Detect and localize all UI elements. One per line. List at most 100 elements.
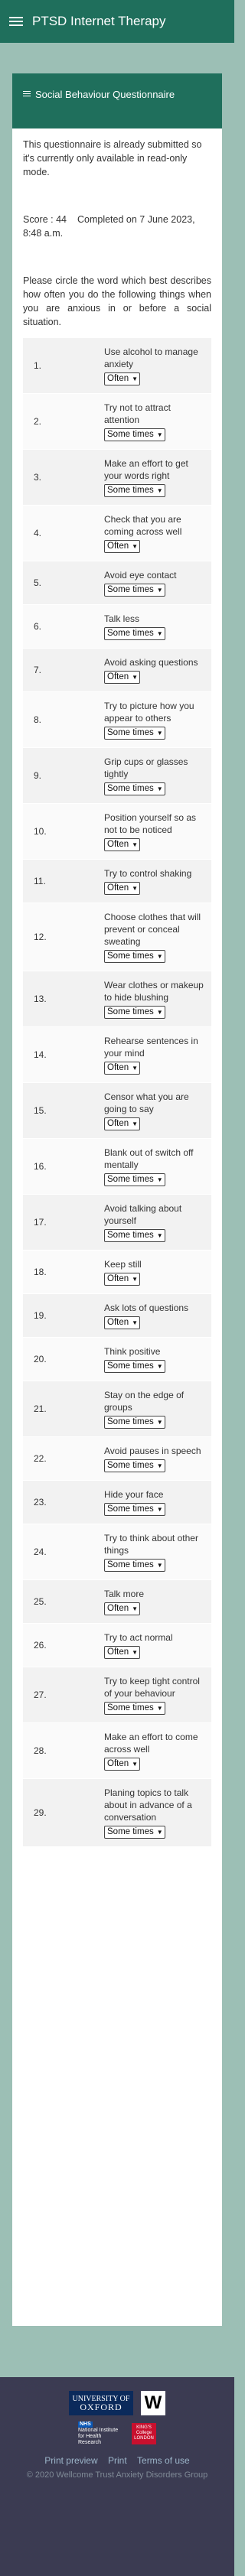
answer-select[interactable]: Often ▼ [104,882,141,895]
question-number: 15. [23,1082,104,1139]
chevron-down-icon: ▼ [156,1419,163,1426]
footer-links: Print preview Print Terms of use [0,2455,234,2466]
chevron-down-icon: ▼ [132,543,139,550]
answer-select[interactable]: Often ▼ [104,1062,141,1075]
answer-select[interactable]: Some times ▼ [104,950,165,963]
answer-select[interactable]: Some times ▼ [104,1503,165,1516]
chevron-down-icon: ▼ [156,730,163,737]
question-number: 24. [23,1524,104,1580]
question-number: 18. [23,1250,104,1294]
answer-select[interactable]: Some times ▼ [104,627,165,640]
question-number: 12. [23,903,104,971]
answer-select[interactable]: Some times ▼ [104,584,165,597]
answer-select[interactable]: Some times ▼ [104,1702,165,1715]
answer-select[interactable]: Some times ▼ [104,1360,165,1373]
chevron-down-icon: ▼ [156,487,163,494]
answer-select[interactable]: Some times ▼ [104,484,165,497]
answer-select[interactable]: Often ▼ [104,1646,141,1659]
answer-select[interactable]: Often ▼ [104,540,141,553]
answer-value: Some times [107,1007,154,1016]
answer-select[interactable]: Some times ▼ [104,782,165,795]
question-text: Avoid eye contact [104,570,177,581]
app-title[interactable]: PTSD Internet Therapy [32,14,166,29]
answer-select[interactable]: Some times ▼ [104,1229,165,1242]
question-row: 21. Stay on the edge of groups Some times ▼ [23,1381,211,1437]
answer-select[interactable]: Some times ▼ [104,727,165,740]
wellcome-logo[interactable]: W [141,2391,165,2415]
nihr-logo[interactable]: NHS National Institute for Health Resear… [78,2422,124,2446]
answer-select[interactable]: Some times ▼ [104,1173,165,1186]
question-row: 1. Use alcohol to manage anxiety Often ▼ [23,338,211,394]
answer-select[interactable]: Often ▼ [104,1758,141,1771]
chevron-down-icon: ▼ [156,1506,163,1513]
footer: UNIVERSITY OF OXFORD W NHS National Inst… [0,2377,234,2576]
question-number: 5. [23,561,104,605]
answer-select[interactable]: Often ▼ [104,1273,141,1286]
answer-value: Some times [107,1703,154,1712]
score-line: Score : 44 Completed on 7 June 2023, 8:48… [23,213,211,240]
question-text: Try not to attract attention [104,402,171,425]
question-text: Avoid pauses in speech [104,1446,201,1456]
question-row: 8. Try to picture how you appear to other… [23,691,211,748]
answer-select[interactable]: Often ▼ [104,1602,141,1615]
answer-select[interactable]: Often ▼ [104,671,141,684]
chevron-down-icon: ▼ [156,587,163,594]
questionnaire-title: Social Behaviour Questionnaire [35,89,175,100]
answer-value: Often [107,1119,129,1128]
question-number: 23. [23,1480,104,1524]
chevron-down-icon: ▼ [156,953,163,960]
question-text: Position yourself so as not to be notice… [104,812,197,835]
question-text: Use alcohol to manage anxiety [104,346,198,369]
answer-select[interactable]: Some times ▼ [104,1006,165,1019]
answer-select[interactable]: Often ▼ [104,838,141,851]
question-text: Blank out of switch off mentally [104,1147,194,1170]
answer-value: Some times [107,1175,154,1184]
question-number: 3. [23,449,104,506]
answer-select[interactable]: Some times ▼ [104,428,165,441]
question-number: 8. [23,691,104,748]
oxford-logo[interactable]: UNIVERSITY OF OXFORD [69,2391,133,2415]
question-number: 4. [23,505,104,561]
question-row: 28. Make an effort to come across well Oft… [23,1722,211,1779]
question-text: Talk more [104,1589,145,1599]
question-text: Wear clothes or makeup to hide blushing [104,980,204,1003]
answer-value: Some times [107,728,154,737]
chevron-down-icon: ▼ [132,376,139,382]
copyright: © 2020 Wellcome Trust Anxiety Disorders … [26,2470,208,2480]
answer-value: Often [107,1063,129,1072]
chevron-down-icon: ▼ [132,1120,139,1127]
answer-value: Often [107,1647,129,1657]
question-row: 4. Check that you are coming across well O… [23,505,211,561]
question-number: 29. [23,1778,104,1847]
print-link[interactable]: Print [108,2455,127,2466]
chevron-down-icon: ▼ [132,674,139,681]
question-text: Try to think about other things [104,1533,198,1556]
answer-select[interactable]: Some times ▼ [104,1559,165,1572]
answer-value: Some times [107,1461,154,1470]
answer-select[interactable]: Some times ▼ [104,1416,165,1429]
question-row: 27. Try to keep tight control of your beh… [23,1667,211,1723]
menu-icon[interactable] [9,15,23,28]
question-row: 5. Avoid eye contact Some times ▼ [23,561,211,605]
answer-select[interactable]: Some times ▼ [104,1826,165,1839]
list-icon [23,89,31,98]
answer-select[interactable]: Often ▼ [104,1316,141,1329]
kings-college-logo[interactable]: KING'S College LONDON [132,2423,156,2444]
answer-select[interactable]: Often ▼ [104,1117,141,1130]
questionnaire-card: Social Behaviour Questionnaire This ques… [12,73,222,2326]
chevron-down-icon: ▼ [132,1065,139,1072]
print-preview-link[interactable]: Print preview [44,2455,97,2466]
question-text: Hide your face [104,1489,164,1500]
chevron-down-icon: ▼ [156,431,163,438]
chevron-down-icon: ▼ [132,1276,139,1283]
question-text: Grip cups or glasses tightly [104,756,188,779]
answer-select[interactable]: Often ▼ [104,372,141,385]
terms-of-use-link[interactable]: Terms of use [137,2455,190,2466]
answer-select[interactable]: Some times ▼ [104,1459,165,1472]
answer-value: Often [107,1604,129,1613]
question-number: 26. [23,1623,104,1667]
chevron-down-icon: ▼ [156,1232,163,1239]
chevron-down-icon: ▼ [132,1761,139,1768]
chevron-down-icon: ▼ [132,1319,139,1326]
chevron-down-icon: ▼ [156,1562,163,1569]
